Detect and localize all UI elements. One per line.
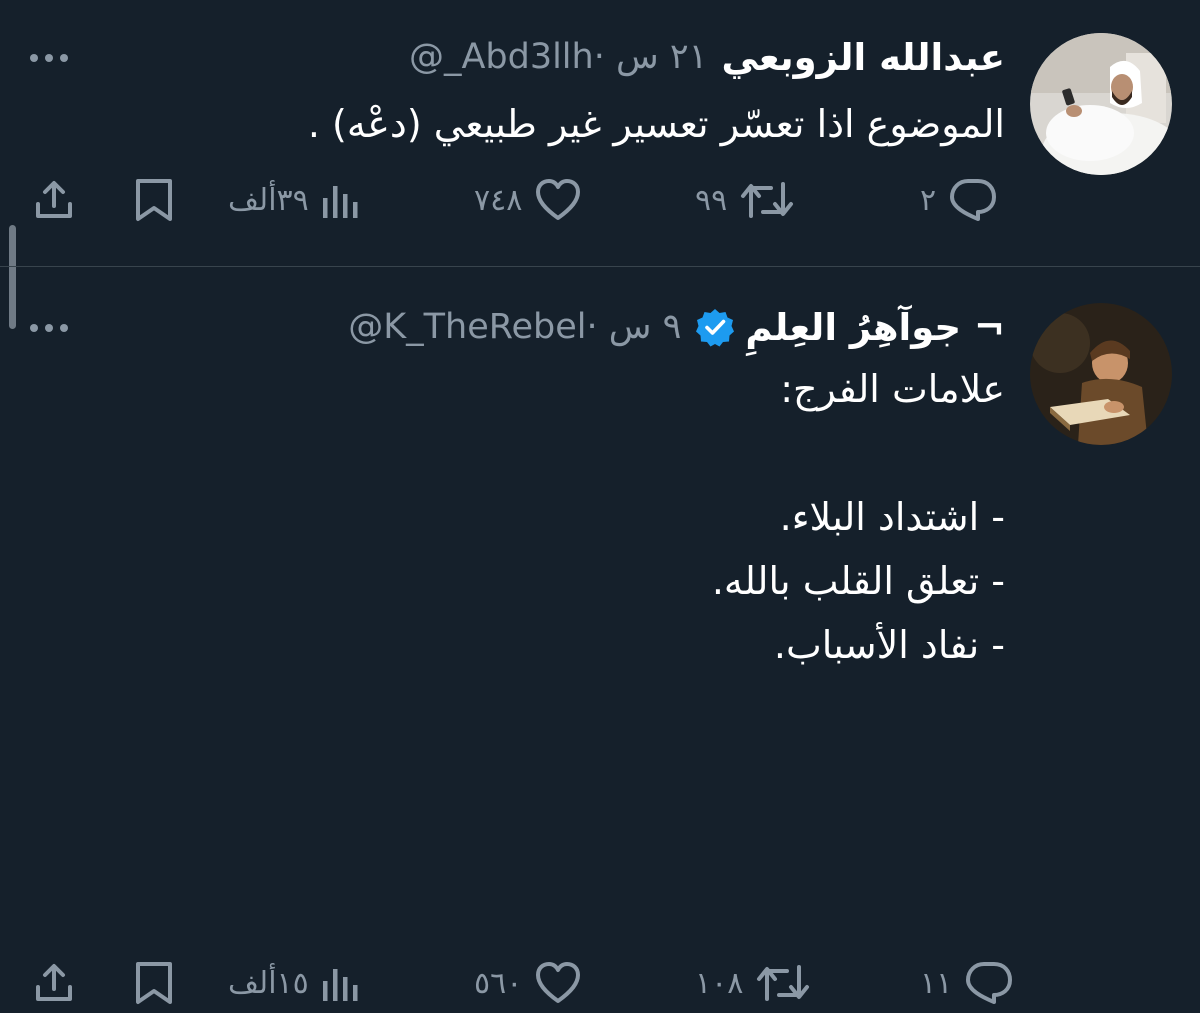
tweet-actions: ٣٩ألف ٧٤٨ ٩٩ ٢ [0, 170, 1200, 230]
tweet-header: جوآهِرُ العِلمِ ¬ @K_TheRebel· ٩ س [348, 302, 1005, 352]
share-icon [36, 181, 72, 218]
bookmark-icon [136, 962, 172, 1004]
tweet-text: الموضوع اذا تعسّر تعسير غير طبيعي (دعْه)… [307, 102, 1005, 146]
share-button[interactable] [30, 953, 78, 1013]
like-count: ٥٦٠ [474, 965, 523, 1001]
display-name[interactable]: جوآهِرُ العِلمِ ¬ [745, 306, 1005, 349]
retweet-button[interactable]: ٩٩ [695, 170, 795, 230]
verified-badge-icon[interactable] [695, 307, 735, 347]
heart-icon [536, 962, 581, 1003]
views-button[interactable]: ٣٩ألف [228, 170, 363, 230]
reply-count: ١١ [920, 965, 953, 1001]
like-button[interactable]: ٥٦٠ [474, 953, 582, 1013]
retweet-icon [741, 182, 794, 218]
bookmark-icon [136, 179, 172, 221]
reply-button[interactable]: ١١ [920, 953, 1014, 1013]
retweet-count: ٩٩ [695, 182, 728, 218]
display-name[interactable]: عبدالله الزوبعي [721, 36, 1005, 79]
reply-count: ٢ [920, 182, 937, 218]
views-count: ٣٩ألف [228, 182, 309, 218]
tweet-text: علامات الفرج: - اشتداد البلاء. - تعلق ال… [711, 367, 1005, 667]
views-button[interactable]: ١٥ألف [228, 953, 363, 1013]
views-count: ١٥ألف [228, 965, 309, 1001]
views-icon [322, 969, 358, 1001]
more-icon[interactable] [30, 324, 68, 332]
heart-icon [536, 179, 581, 220]
avatar[interactable] [1030, 33, 1172, 175]
tweet-header: عبدالله الزوبعي @_Abd3llh· ٢١ س [409, 32, 1005, 82]
bookmark-button[interactable] [132, 953, 176, 1013]
handle-and-time[interactable]: @_Abd3llh· ٢١ س [409, 37, 708, 77]
retweet-icon [757, 965, 810, 1001]
share-button[interactable] [30, 170, 78, 230]
more-icon[interactable] [30, 54, 68, 62]
bookmark-button[interactable] [132, 170, 176, 230]
like-count: ٧٤٨ [474, 182, 523, 218]
retweet-count: ١٠٨ [695, 965, 744, 1001]
reply-icon [966, 962, 1013, 1004]
avatar[interactable] [1030, 303, 1172, 445]
tweet[interactable]: جوآهِرُ العِلمِ ¬ @K_TheRebel· ٩ س علاما… [0, 267, 1200, 1004]
reply-button[interactable]: ٢ [920, 170, 998, 230]
views-icon [322, 186, 358, 218]
like-button[interactable]: ٧٤٨ [474, 170, 582, 230]
reply-icon [950, 179, 997, 221]
retweet-button[interactable]: ١٠٨ [695, 953, 811, 1013]
tweet-actions: ١٥ألف ٥٦٠ ١٠٨ ١١ [0, 953, 1200, 1013]
handle-and-time[interactable]: @K_TheRebel· ٩ س [348, 307, 681, 347]
share-icon [36, 964, 72, 1001]
tweet[interactable]: عبدالله الزوبعي @_Abd3llh· ٢١ س الموضوع … [0, 0, 1200, 266]
